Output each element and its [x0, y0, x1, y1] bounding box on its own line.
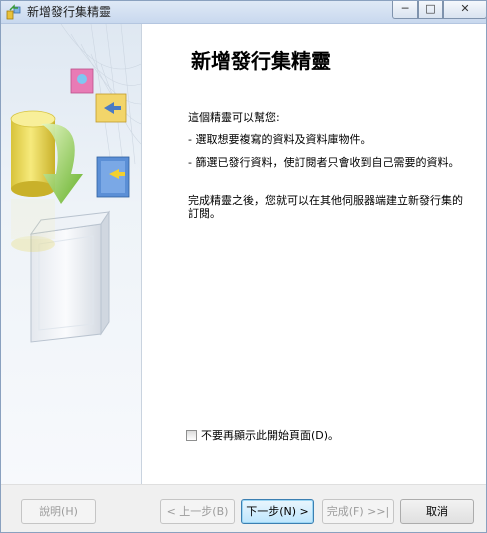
minimize-button[interactable]: ─	[392, 1, 418, 19]
dont-show-again-label[interactable]: 不要再顯示此開始頁面(D)。	[201, 427, 339, 443]
maximize-button[interactable]: □	[418, 1, 443, 19]
wizard-illustration-panel	[1, 24, 142, 484]
wizard-illustration	[10, 24, 141, 343]
bullet-item: - 選取想要複寫的資料及資料庫物件。	[188, 133, 372, 146]
dont-show-again-checkbox[interactable]	[186, 429, 197, 441]
button-bar: 說明(H) < 上一步(B) 下一步(N) > 完成(F) >>| 取消	[1, 484, 486, 532]
page-title: 新增發行集精靈	[191, 49, 331, 73]
wizard-window: 新增發行集精靈 ─ □ ✕ 新增發行集精靈 這個精靈可以幫您: - 選取想要複寫…	[0, 0, 487, 533]
bullet-item: - 篩選已發行資料，使訂閱者只會收到自己需要的資料。	[188, 156, 460, 169]
dont-show-again-option[interactable]: 不要再顯示此開始頁面(D)。	[186, 428, 339, 442]
wizard-app-icon	[6, 4, 21, 20]
closing-text: 完成精靈之後，您就可以在其他伺服器端建立新發行集的訂閱。	[188, 194, 463, 220]
intro-text: 這個精靈可以幫您:	[188, 111, 280, 124]
blue-book-icon	[96, 156, 130, 198]
window-title: 新增發行集精靈	[27, 5, 112, 19]
finish-button[interactable]: 完成(F) >>|	[322, 499, 394, 524]
title-bar[interactable]: 新增發行集精靈 ─ □ ✕	[1, 1, 486, 24]
pink-image-icon	[70, 68, 94, 94]
back-button[interactable]: < 上一步(B)	[160, 499, 235, 524]
close-button[interactable]: ✕	[443, 1, 486, 19]
cancel-button[interactable]: 取消	[400, 499, 474, 524]
next-button[interactable]: 下一步(N) >	[241, 499, 314, 524]
yellow-folder-icon	[95, 93, 127, 123]
help-button[interactable]: 說明(H)	[21, 499, 96, 524]
